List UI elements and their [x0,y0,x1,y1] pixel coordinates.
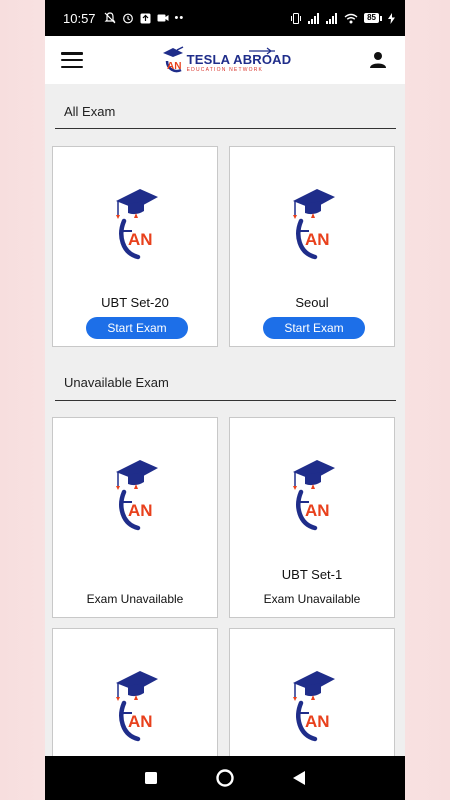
emblem-text: AN [305,230,330,249]
exam-name: UBT Set-1 [281,567,343,582]
home-icon[interactable] [215,768,235,788]
start-exam-button[interactable]: Start Exam [86,317,188,339]
exam-name: UBT Set-20 [101,295,169,310]
status-right-icons: 85 [290,12,395,24]
unavailable-exam-card[interactable]: AN Exam Unavailable [52,417,218,618]
tesla-abroad-logo: AN TESLA ABROAD EDUCATION NETWORK [161,45,292,75]
section-title-all-exam: All Exam [64,104,116,119]
section-title-unavailable-exam: Unavailable Exam [64,375,169,390]
tan-emblem-icon: AN [116,671,158,742]
logo-subtitle: EDUCATION NETWORK [186,67,264,73]
signal-icon [308,12,320,24]
status-time: 10:57 [63,10,96,26]
logo-title: TESLA ABROAD [186,52,292,67]
person-icon[interactable] [369,51,387,69]
tan-emblem-icon: AN [293,671,335,742]
more-dots-icon: •• [174,12,185,24]
logo-mark-text: AN [167,61,181,72]
alarm-icon [122,13,133,24]
hamburger-menu-icon[interactable] [61,52,83,68]
exam-list[interactable]: All Exam AN UBT Set-20 Start Exam AN Seo… [45,84,405,756]
unavailable-exam-card[interactable]: AN UBT Set-1 Exam Unavailable [229,417,395,618]
video-icon [157,14,169,22]
section-divider [55,128,396,129]
emblem-text: AN [305,501,330,520]
emblem-text: AN [128,230,153,249]
emblem-text: AN [305,712,330,731]
status-bar: 10:57 •• 85 [45,0,405,36]
exam-status: Exam Unavailable [86,592,184,606]
app-header: AN TESLA ABROAD EDUCATION NETWORK [45,36,405,84]
emblem-text: AN [128,712,153,731]
exam-status: Exam Unavailable [263,592,361,606]
back-icon[interactable] [292,770,306,786]
status-left-icons: •• [104,12,185,24]
exam-card[interactable]: AN Seoul Start Exam [229,146,395,347]
tan-emblem-icon: AN [116,460,158,531]
start-exam-button[interactable]: Start Exam [263,317,365,339]
signal-icon [326,12,338,24]
exam-name: Seoul [295,295,329,310]
tan-emblem-icon: AN [116,189,158,260]
vibrate-icon [291,12,302,24]
tan-emblem-icon: AN [293,189,335,260]
emblem-text: AN [128,501,153,520]
tan-emblem-icon: AN [293,460,335,531]
notification-off-icon [104,12,115,24]
logo-emblem-icon: AN [162,46,183,73]
upload-icon [140,13,151,23]
unavailable-exam-card[interactable]: AN [52,628,218,756]
exam-card[interactable]: AN UBT Set-20 Start Exam [52,146,218,347]
section-divider [55,400,396,401]
battery-icon: 85 [364,13,382,23]
battery-level: 85 [364,13,379,23]
unavailable-exam-card[interactable]: AN [229,628,395,756]
wifi-icon [344,13,358,23]
charging-icon [388,12,395,24]
recent-apps-icon[interactable] [144,771,158,785]
phone-screen: 10:57 •• 85 AN TESLA ABROAD EDUCATION NE… [45,0,405,800]
system-nav-bar [45,756,405,800]
